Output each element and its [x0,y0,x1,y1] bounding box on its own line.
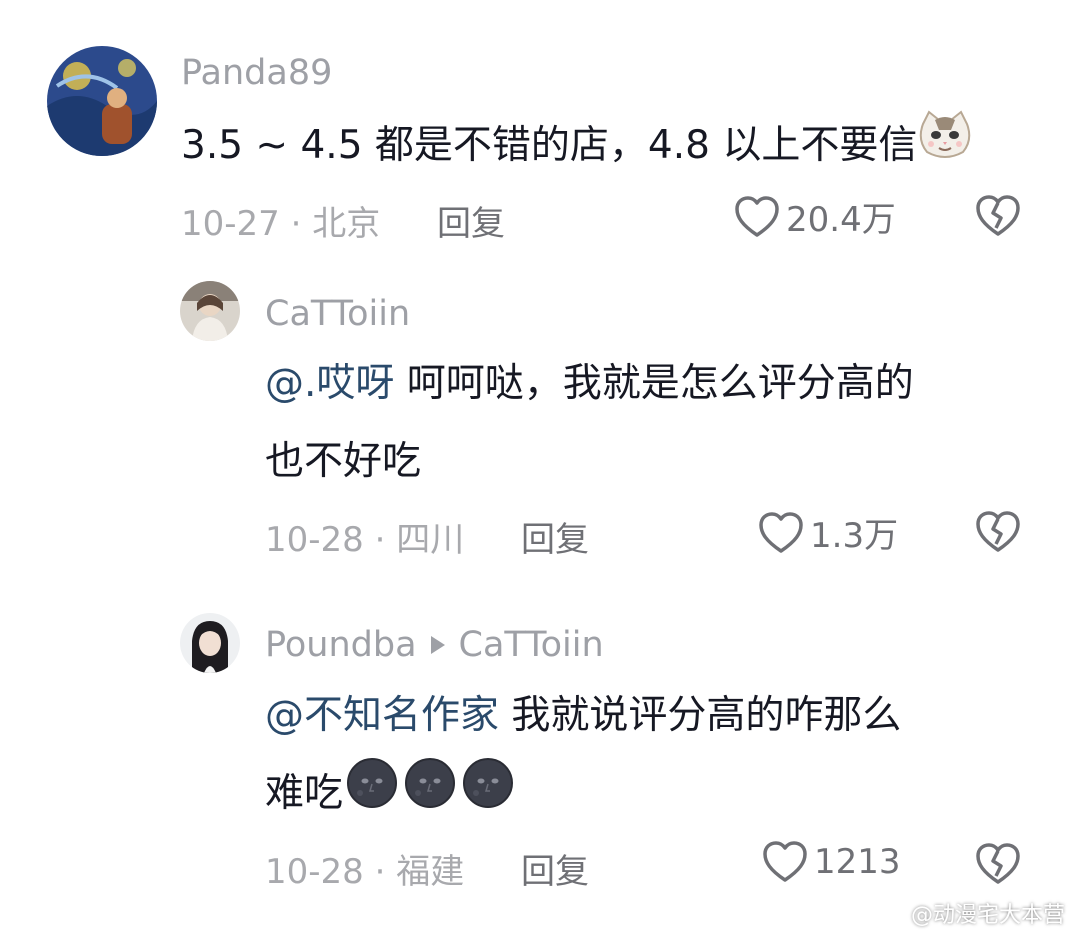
like-count: 1.3万 [810,516,899,556]
mention-link[interactable]: @.哎呀 [265,361,394,406]
watermark-text: @动漫宅大本营 [910,903,1065,928]
new-moon-face-emoji [343,757,401,835]
heart-icon [735,195,779,237]
watermark: @动漫宅大本营 [875,897,1065,929]
comment-date-location: 10-28 · 四川 [265,520,465,560]
avatar-panda89[interactable] [47,46,157,156]
cat-face-emoji [917,109,973,186]
like-button[interactable]: 1.3万 [758,508,898,557]
comment-date-location: 10-28 · 福建 [265,852,465,892]
comment-username[interactable]: Panda89 [181,53,332,93]
like-button[interactable]: 1213 [762,840,901,884]
broken-heart-icon [976,843,1020,884]
comment-text-line2: 难吃 [265,756,517,835]
comment-text-line2: 也不好吃 [265,439,422,484]
avatar-image [47,46,157,156]
like-count: 1213 [814,842,901,882]
like-button[interactable]: 20.4万 [734,192,896,241]
reply-to-username[interactable]: CaTToiin [459,625,604,665]
comment-username-row: Poundba CaTToiin [265,625,604,665]
comment-text-content: 3.5 ~ 4.5 都是不错的店，4.8 以上不要信 [181,123,918,168]
heart-icon [759,511,803,553]
weibo-logo-icon [875,904,903,924]
reply-button[interactable]: 回复 [521,844,589,893]
comment-date-location: 10-27 · 北京 [181,204,381,244]
new-moon-face-emoji [401,757,459,835]
mention-link[interactable]: @不知名作家 [265,693,499,738]
reply-arrow-icon [430,636,445,654]
dislike-button[interactable] [975,194,1021,242]
comment-text-content: 呵呵哒，我就是怎么评分高的 [394,361,914,406]
comment-text-content: 我就说评分高的咋那么 [499,693,902,738]
heart-icon [763,841,807,882]
comment-text: @不知名作家 我就说评分高的咋那么 [265,678,901,754]
avatar-poundba[interactable] [180,613,240,673]
like-count: 20.4万 [786,200,896,240]
avatar-image [180,281,240,341]
comment-text: 3.5 ~ 4.5 都是不错的店，4.8 以上不要信 [181,108,973,186]
reply-button[interactable]: 回复 [437,196,505,245]
broken-heart-icon [976,195,1020,236]
comment-username[interactable]: Poundba [265,625,417,665]
avatar-image [180,613,240,673]
comment-text-content: 难吃 [265,771,344,816]
comment-username[interactable]: CaTToiin [265,294,410,334]
dislike-button[interactable] [975,842,1021,890]
dislike-button[interactable] [975,510,1021,558]
reply-button[interactable]: 回复 [521,512,589,561]
broken-heart-icon [976,511,1020,552]
comment-text: @.哎呀 呵呵哒，我就是怎么评分高的 [265,346,914,422]
new-moon-face-emoji [459,757,517,835]
avatar-cattoiin[interactable] [180,281,240,341]
